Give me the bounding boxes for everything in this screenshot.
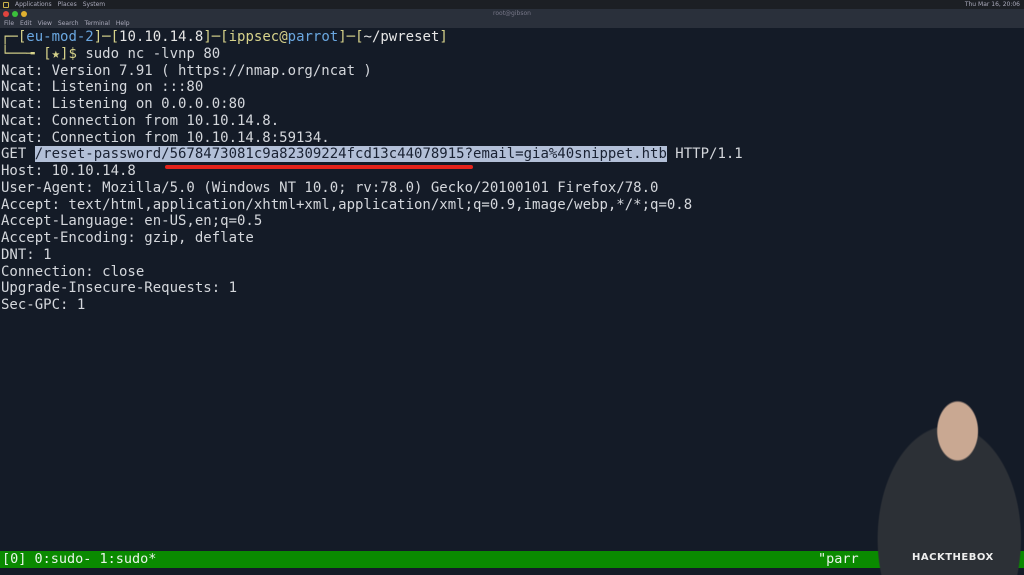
menu-edit[interactable]: Edit: [20, 20, 32, 27]
output-line: User-Agent: Mozilla/5.0 (Windows NT 10.0…: [1, 179, 659, 196]
output-line: DNT: 1: [1, 246, 52, 263]
menu-help[interactable]: Help: [116, 20, 130, 27]
window-title: root@gibson: [493, 10, 531, 17]
clock[interactable]: Thu Mar 16, 20:06: [965, 1, 1024, 8]
terminal-output[interactable]: ┌─[eu-mod-2]─[10.10.14.8]─[ippsec@parrot…: [1, 29, 743, 314]
menu-file[interactable]: File: [4, 20, 14, 27]
menu-places[interactable]: Places: [58, 1, 77, 8]
prompt-ip: 10.10.14.8: [119, 29, 204, 45]
tmux-status-right: "parr: [818, 551, 859, 567]
http-protocol: HTTP/1.1: [666, 146, 743, 163]
red-underline-annotation: [165, 165, 473, 169]
webcam-overlay: [858, 395, 1024, 575]
output-line: Upgrade-Insecure-Requests: 1: [1, 280, 238, 297]
output-line: Ncat: Listening on :::80: [1, 79, 204, 96]
output-line: Ncat: Listening on 0.0.0.0:80: [1, 96, 246, 112]
prompt-cwd: ~/pwreset: [363, 29, 440, 45]
tmux-windows[interactable]: [0] 0:sudo- 1:sudo*: [2, 551, 156, 567]
terminal-menubar: File Edit View Search Terminal Help: [0, 19, 1024, 28]
output-line: Accept-Language: en-US,en;q=0.5: [1, 213, 263, 230]
selected-reset-url[interactable]: /reset-password/5678473081c9a82309224fcd…: [34, 146, 667, 163]
output-line: Ncat: Connection from 10.10.14.8:59134.: [1, 129, 330, 146]
menu-system[interactable]: System: [83, 1, 105, 8]
parrot-logo-icon: [3, 1, 9, 8]
prompt-session: eu-mod-2: [26, 29, 94, 45]
prompt-user: ippsec: [228, 29, 280, 45]
output-line: Accept: text/html,application/xhtml+xml,…: [1, 196, 693, 213]
output-line: Accept-Encoding: gzip, deflate: [1, 230, 254, 246]
prompt-line-2: └──╼ [★]$ sudo nc -lvnp 80: [1, 45, 221, 62]
menu-terminal[interactable]: Terminal: [85, 20, 110, 27]
menu-applications[interactable]: Applications: [15, 1, 52, 8]
hackthebox-logo: HACKTHEBOX: [912, 552, 994, 563]
output-line: Ncat: Version 7.91 ( https://nmap.org/nc…: [1, 62, 372, 79]
prompt-host: parrot: [287, 29, 339, 45]
menu-view[interactable]: View: [38, 20, 52, 27]
prompt-line-1: ┌─[eu-mod-2]─[10.10.14.8]─[ippsec@parrot…: [1, 29, 448, 45]
star-icon: ★: [51, 45, 61, 62]
output-line: Sec-GPC: 1: [1, 297, 86, 313]
output-line: Connection: close: [1, 263, 145, 280]
http-method: GET: [1, 146, 35, 163]
window-titlebar: root@gibson: [0, 9, 1024, 19]
output-line: Ncat: Connection from 10.10.14.8.: [1, 112, 280, 129]
get-request-line: GET /reset-password/5678473081c9a8230922…: [1, 146, 743, 163]
command: sudo nc -lvnp 80: [85, 45, 221, 62]
menu-search[interactable]: Search: [58, 20, 79, 27]
system-bar: Applications Places System Thu Mar 16, 2…: [0, 0, 1024, 9]
